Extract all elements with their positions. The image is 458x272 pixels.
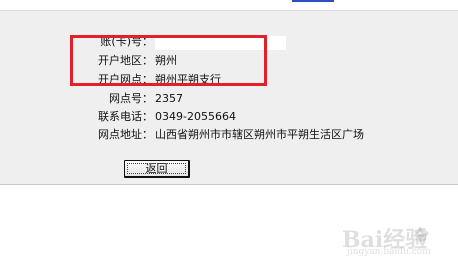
watermark-main-text: Bai经验 [342,227,428,253]
branch-number-label: 网点号： [109,92,153,105]
phone-label: 联系电话： [98,110,153,123]
branch-number-row: 网点号： 2357 [0,90,458,108]
watermark-url: jingyan.baidu.com [347,247,431,257]
branch-label-box: 开户网点： [0,71,153,89]
phone-label-box: 联系电话： [0,108,153,126]
branch-value: 朔州平朔支行 [155,73,221,86]
region-label: 开户地区： [98,54,153,67]
account-row: 账(卡)号： [0,33,458,51]
branch-label: 开户网点： [98,73,153,86]
address-row: 网点地址： 山西省朔州市市辖区朔州市平朔生活区广场 [0,126,458,144]
branch-number-label-box: 网点号： [0,90,153,108]
address-value-box: 山西省朔州市市辖区朔州市平朔生活区广场 [155,126,405,144]
branch-number-value-box: 2357 [155,90,405,108]
address-label: 网点地址： [98,128,153,141]
address-label-box: 网点地址： [0,126,153,144]
baidu-jingyan-watermark: Bai经验 jingyan.baidu.com [342,222,452,260]
address-value: 山西省朔州市市辖区朔州市平朔生活区广场 [155,128,364,141]
branch-row: 开户网点： 朔州平朔支行 [0,71,458,89]
account-number-field [155,36,286,50]
paw-icon [414,227,429,242]
region-row: 开户地区： 朔州 [0,52,458,70]
back-button[interactable]: 返回 [124,160,190,178]
phone-value: 0349-2055664 [155,110,236,123]
top-link-underline[interactable] [292,0,334,2]
account-details-panel: 账(卡)号： 开户地区： 朔州 开户网点： 朔州平朔支行 网点号： 2357 联… [0,10,458,185]
region-value-box: 朔州 [155,52,405,70]
account-label-box: 账(卡)号： [0,33,153,51]
branch-number-value: 2357 [155,92,183,105]
phone-value-box: 0349-2055664 [155,108,405,126]
branch-value-box: 朔州平朔支行 [155,71,405,89]
region-label-box: 开户地区： [0,52,153,70]
account-label: 账(卡)号： [100,35,153,48]
account-info-page: 账(卡)号： 开户地区： 朔州 开户网点： 朔州平朔支行 网点号： 2357 联… [0,0,458,272]
phone-row: 联系电话： 0349-2055664 [0,108,458,126]
region-value: 朔州 [155,54,177,67]
